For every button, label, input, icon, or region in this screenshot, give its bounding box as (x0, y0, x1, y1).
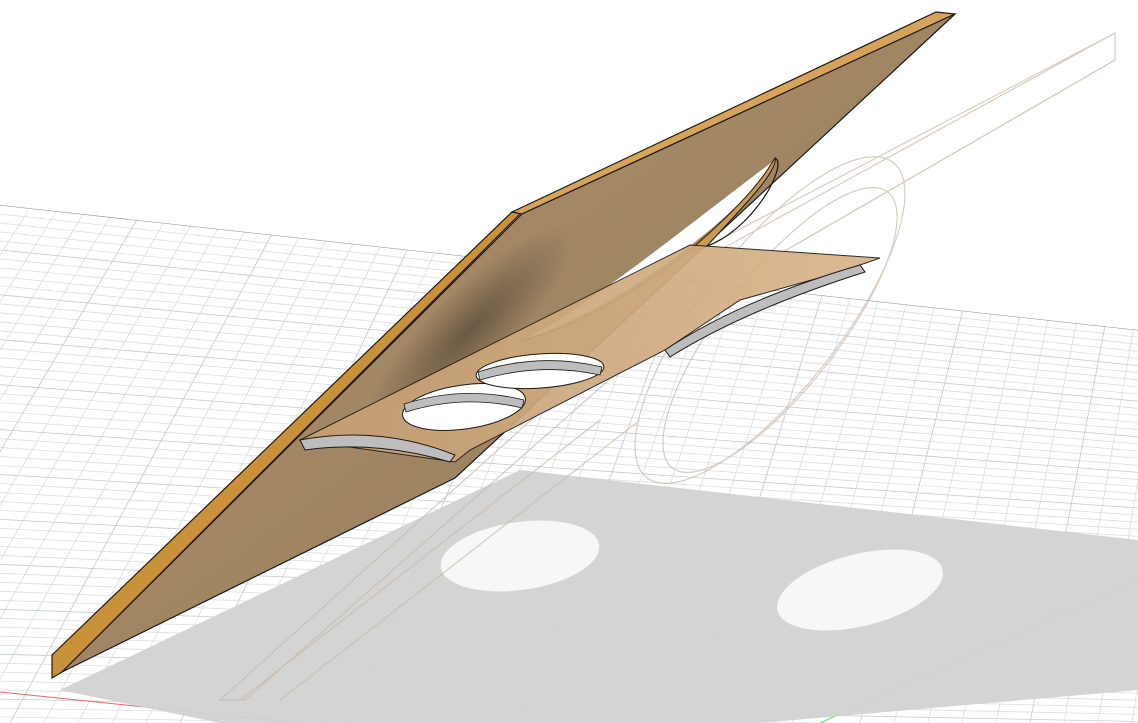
3d-scene[interactable] (0, 0, 1138, 723)
3d-viewport[interactable] (0, 0, 1138, 723)
grid-line (0, 393, 1138, 480)
